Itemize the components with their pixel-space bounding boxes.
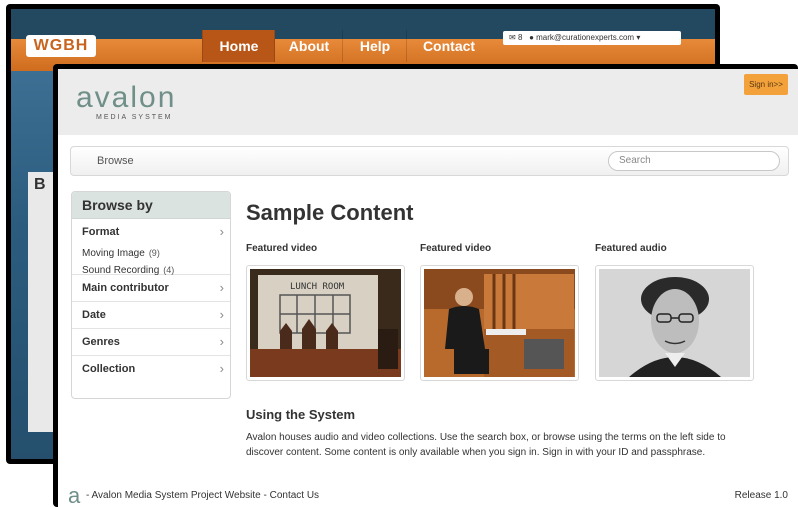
chevron-right-icon: › (219, 334, 224, 349)
facet-label[interactable]: Main contributor (82, 282, 169, 294)
wgbh-user-menu[interactable]: ✉ 8 ● mark@curationexperts.com ▾ (503, 31, 681, 45)
composer-portrait-thumbnail[interactable] (599, 269, 750, 377)
wgbh-nav-home[interactable]: Home (202, 30, 275, 62)
chevron-right-icon: › (219, 224, 224, 239)
facet-item-moving-image[interactable]: Moving Image (9) (82, 245, 220, 262)
avalon-logo-subtext: MEDIA SYSTEM (96, 114, 173, 121)
search-input[interactable]: Search (608, 151, 780, 171)
caret-down-icon: ▾ (636, 33, 641, 42)
facet-label[interactable]: Collection (82, 363, 135, 375)
avalon-page: avalon MEDIA SYSTEM Sign in>> Browse Sea… (58, 69, 798, 507)
nav-browse-link[interactable]: Browse (97, 155, 134, 167)
facet-item-count: (4) (163, 265, 175, 275)
featured-label: Featured audio (595, 243, 667, 254)
sign-in-button[interactable]: Sign in>> (744, 74, 788, 95)
featured-label: Featured video (246, 243, 318, 254)
notification-count: 8 (517, 33, 523, 42)
wgbh-heading-fragment: B (34, 176, 46, 193)
facet-format[interactable]: Format › Moving Image (9) Sound Recording… (72, 219, 230, 276)
footer-links[interactable]: - Avalon Media System Project Website - … (86, 490, 319, 501)
facet-collection[interactable]: Collection › (72, 356, 230, 382)
user-email: mark@curationexperts.com (536, 33, 635, 42)
footer: a - Avalon Media System Project Website … (58, 481, 798, 507)
user-icon: ● (529, 33, 534, 42)
facet-item-count: (9) (148, 248, 160, 258)
wgbh-nav-help[interactable]: Help (342, 30, 407, 62)
chevron-right-icon: › (219, 361, 224, 376)
wgbh-logo[interactable]: WGBH (26, 35, 96, 57)
release-version: Release 1.0 (734, 490, 788, 501)
featured-video-1[interactable]: LUNCH ROOM (246, 265, 405, 381)
wgbh-nav-about[interactable]: About (274, 30, 343, 62)
page-title: Sample Content (246, 200, 414, 225)
chevron-right-icon: › (219, 307, 224, 322)
navbar: Browse Search (70, 146, 789, 176)
organist-thumbnail[interactable] (424, 269, 575, 377)
featured-label: Featured video (420, 243, 492, 254)
browse-sidebar: Browse by Format › Moving Image (9) Sound… (71, 191, 231, 399)
wgbh-nav-contact[interactable]: Contact (406, 30, 491, 62)
section-text: Avalon houses audio and video collection… (246, 432, 726, 458)
facet-item-label[interactable]: Moving Image (82, 248, 145, 259)
chevron-right-icon: › (219, 280, 224, 295)
lunch-room-thumbnail[interactable]: LUNCH ROOM (250, 269, 401, 377)
lunch-room-sign: LUNCH ROOM (290, 282, 345, 292)
facet-date[interactable]: Date › (72, 302, 230, 329)
avalon-logo[interactable]: avalon (76, 81, 176, 115)
facet-genres[interactable]: Genres › (72, 329, 230, 356)
site-header: avalon MEDIA SYSTEM Sign in>> (58, 69, 798, 135)
facet-main-contributor[interactable]: Main contributor › (72, 275, 230, 302)
featured-audio-1[interactable] (595, 265, 754, 381)
megaphone-icon: ✉ (509, 33, 516, 42)
facet-label[interactable]: Genres (82, 336, 120, 348)
featured-video-2[interactable] (420, 265, 579, 381)
section-title: Using the System (246, 407, 356, 422)
avalon-footer-logo[interactable]: a (68, 483, 80, 507)
sidebar-title: Browse by (72, 192, 230, 219)
facet-label[interactable]: Date (82, 309, 106, 321)
facet-label[interactable]: Format (82, 219, 220, 245)
